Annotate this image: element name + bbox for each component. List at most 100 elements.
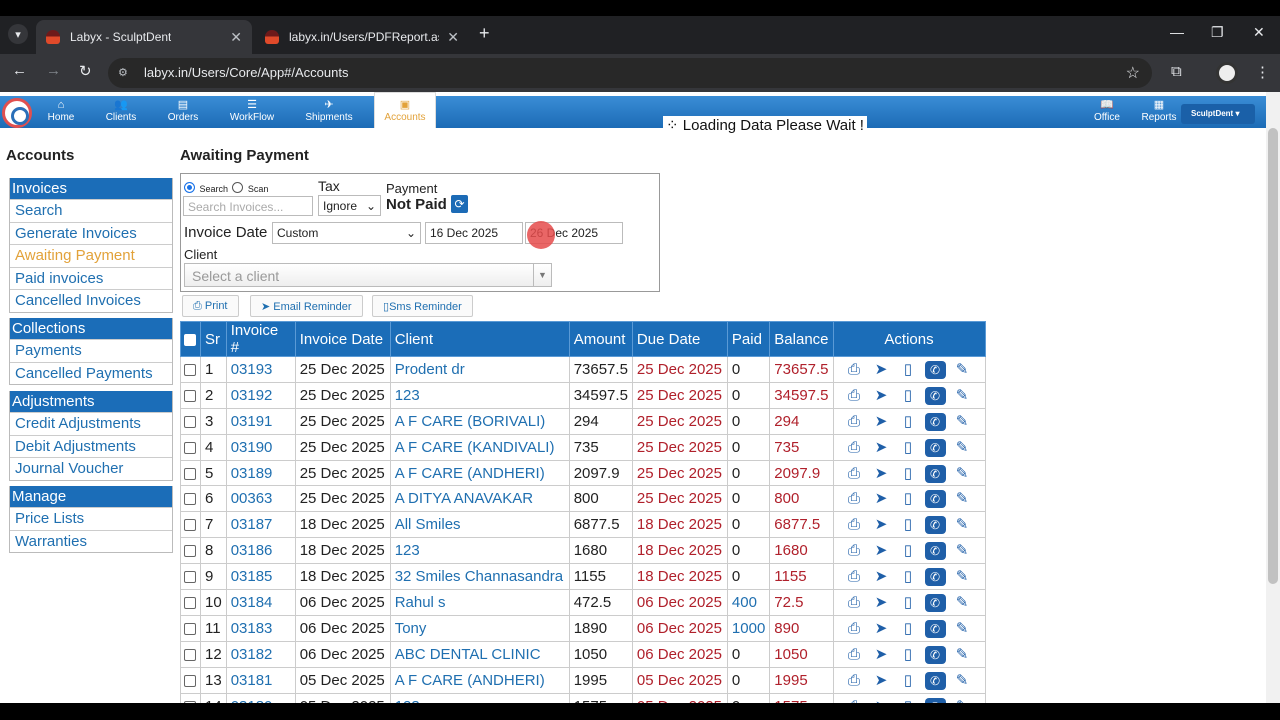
- edit-icon[interactable]: ✎: [952, 541, 973, 559]
- edit-icon[interactable]: ✎: [952, 515, 973, 533]
- mobile-icon[interactable]: ▯: [898, 489, 919, 507]
- row-client[interactable]: 123: [389, 381, 570, 409]
- col-invoice[interactable]: Invoice #: [225, 321, 296, 357]
- send-icon[interactable]: ➤: [871, 360, 892, 378]
- col-invoice-date[interactable]: Invoice Date: [294, 321, 391, 357]
- col-client[interactable]: Client: [389, 321, 570, 357]
- print-icon[interactable]: ⎙: [844, 465, 865, 482]
- sidebar-item-awaiting-payment[interactable]: Awaiting Payment: [10, 244, 172, 267]
- send-icon[interactable]: ➤: [871, 464, 892, 482]
- print-button[interactable]: ⎙ Print: [182, 295, 239, 317]
- site-info-icon[interactable]: ⚙: [118, 66, 128, 79]
- sidebar-item-price-lists[interactable]: Price Lists: [10, 507, 172, 530]
- labyx-logo-icon[interactable]: [2, 98, 32, 128]
- sms-reminder-button[interactable]: ▯Sms Reminder: [372, 295, 473, 317]
- minimize-icon[interactable]: —: [1170, 24, 1184, 40]
- row-invoice-number[interactable]: 03193: [225, 356, 296, 383]
- edit-icon[interactable]: ✎: [952, 645, 973, 663]
- tab-close-icon[interactable]: ✕: [447, 29, 459, 46]
- search-invoices-input[interactable]: Search Invoices...: [183, 196, 313, 216]
- print-icon[interactable]: ⎙: [844, 516, 865, 533]
- extensions-icon[interactable]: ⧉: [1171, 63, 1182, 80]
- row-checkbox[interactable]: [184, 545, 196, 558]
- mobile-icon[interactable]: ▯: [898, 360, 919, 378]
- sidebar-item-search[interactable]: Search: [10, 199, 172, 222]
- phone-icon[interactable]: ✆: [924, 671, 946, 690]
- row-checkbox[interactable]: [184, 467, 196, 480]
- tab-close-icon[interactable]: ✕: [230, 29, 242, 46]
- back-icon[interactable]: ←: [12, 62, 27, 79]
- select-all-checkbox[interactable]: [184, 333, 196, 346]
- profile-avatar[interactable]: [1216, 62, 1238, 84]
- nav-home[interactable]: ⌂ Home: [40, 96, 82, 128]
- phone-icon[interactable]: ✆: [924, 464, 946, 483]
- mobile-icon[interactable]: ▯: [898, 671, 919, 689]
- tab-search-icon[interactable]: ▾: [8, 24, 28, 44]
- sidebar-item-cancelled-payments[interactable]: Cancelled Payments: [10, 361, 172, 385]
- mobile-icon[interactable]: ▯: [898, 567, 919, 585]
- row-client[interactable]: 123: [389, 537, 570, 565]
- row-client[interactable]: A F CARE (KANDIVALI): [389, 433, 570, 461]
- row-client[interactable]: Tony: [389, 614, 570, 642]
- nav-reports[interactable]: ▦ Reports: [1138, 96, 1180, 128]
- row-client[interactable]: A F CARE (BORIVALI): [389, 407, 570, 435]
- email-reminder-button[interactable]: ➤ Email Reminder: [250, 295, 363, 317]
- row-checkbox[interactable]: [184, 648, 196, 661]
- send-icon[interactable]: ➤: [871, 671, 892, 689]
- restore-icon[interactable]: ❐: [1211, 24, 1224, 41]
- row-client[interactable]: All Smiles: [389, 511, 570, 539]
- row-client[interactable]: Prodent dr: [389, 356, 570, 383]
- row-invoice-number[interactable]: 03191: [225, 407, 296, 435]
- mobile-icon[interactable]: ▯: [898, 645, 919, 663]
- row-checkbox[interactable]: [184, 493, 196, 506]
- row-checkbox[interactable]: [184, 363, 196, 376]
- browser-menu-icon[interactable]: ⋮: [1255, 63, 1270, 81]
- new-tab-button[interactable]: +: [479, 23, 490, 44]
- phone-icon[interactable]: ✆: [924, 412, 946, 431]
- mobile-icon[interactable]: ▯: [898, 593, 919, 611]
- sidebar-item-warranties[interactable]: Warranties: [10, 529, 172, 553]
- edit-icon[interactable]: ✎: [952, 489, 973, 507]
- print-icon[interactable]: ⎙: [844, 646, 865, 663]
- print-icon[interactable]: ⎙: [844, 387, 865, 404]
- row-invoice-number[interactable]: 03190: [225, 433, 296, 461]
- send-icon[interactable]: ➤: [871, 386, 892, 404]
- print-icon[interactable]: ⎙: [844, 542, 865, 559]
- refresh-icon[interactable]: ⟳: [451, 195, 468, 213]
- phone-icon[interactable]: ✆: [924, 516, 946, 535]
- send-icon[interactable]: ➤: [871, 645, 892, 663]
- row-checkbox[interactable]: [184, 389, 196, 402]
- mobile-icon[interactable]: ▯: [898, 464, 919, 482]
- col-paid[interactable]: Paid: [726, 321, 771, 357]
- nav-orders[interactable]: ▤ Orders: [162, 96, 204, 128]
- row-checkbox[interactable]: [184, 519, 196, 532]
- nav-shipments[interactable]: ✈ Shipments: [302, 96, 356, 128]
- sidebar-item-debit-adjustments[interactable]: Debit Adjustments: [10, 434, 172, 458]
- client-select[interactable]: Select a client ▼: [184, 263, 552, 287]
- row-checkbox[interactable]: [184, 674, 196, 687]
- row-invoice-number[interactable]: 03182: [225, 640, 296, 668]
- row-checkbox[interactable]: [184, 596, 196, 609]
- edit-icon[interactable]: ✎: [952, 386, 973, 404]
- row-client[interactable]: 32 Smiles Channasandra: [389, 563, 570, 591]
- print-icon[interactable]: ⎙: [844, 594, 865, 611]
- send-icon[interactable]: ➤: [871, 515, 892, 533]
- row-checkbox[interactable]: [184, 415, 196, 428]
- date-range-select[interactable]: Custom ⌄: [272, 222, 421, 244]
- send-icon[interactable]: ➤: [871, 412, 892, 430]
- phone-icon[interactable]: ✆: [924, 542, 946, 561]
- row-invoice-number[interactable]: 03180: [225, 692, 296, 703]
- row-client[interactable]: 123: [389, 692, 570, 703]
- print-icon[interactable]: ⎙: [844, 490, 865, 507]
- browser-tab-labyx[interactable]: Labyx - SculptDent ✕: [36, 20, 252, 54]
- radio-scan[interactable]: [232, 182, 244, 194]
- tax-select[interactable]: Ignore ⌄: [318, 195, 381, 216]
- edit-icon[interactable]: ✎: [952, 567, 973, 585]
- user-menu-button[interactable]: SculptDent ▾: [1181, 104, 1255, 124]
- edit-icon[interactable]: ✎: [952, 438, 973, 456]
- mobile-icon[interactable]: ▯: [898, 438, 919, 456]
- row-checkbox[interactable]: [184, 571, 196, 584]
- edit-icon[interactable]: ✎: [952, 619, 973, 637]
- row-invoice-number[interactable]: 03189: [225, 459, 296, 487]
- send-icon[interactable]: ➤: [871, 489, 892, 507]
